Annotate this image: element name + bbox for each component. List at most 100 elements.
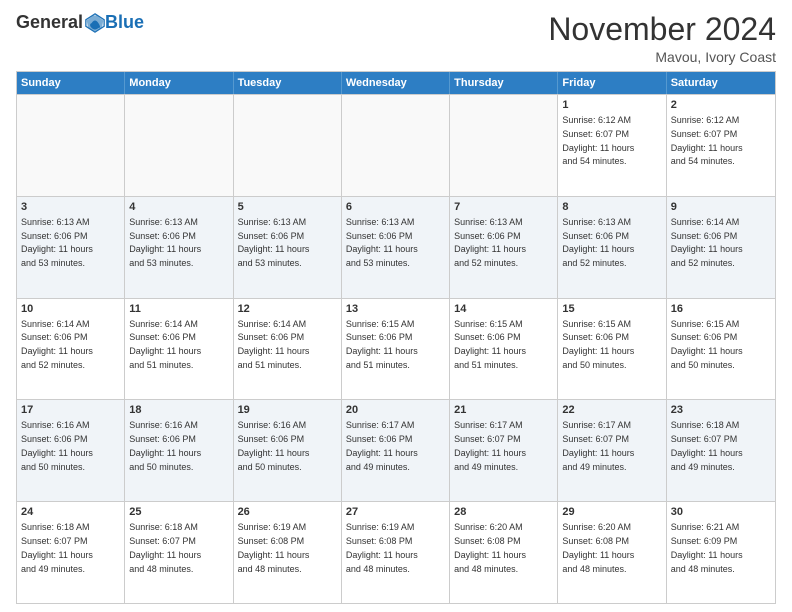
day-num-3: 3 (21, 200, 120, 215)
cell-text-29: Sunrise: 6:20 AM Sunset: 6:08 PM Dayligh… (562, 522, 634, 573)
cal-cell-0-6: 2 Sunrise: 6:12 AM Sunset: 6:07 PM Daylig… (667, 95, 775, 196)
cell-text-8: Sunrise: 6:13 AM Sunset: 6:06 PM Dayligh… (562, 217, 634, 268)
day-num-26: 26 (238, 505, 337, 520)
header-friday: Friday (558, 72, 666, 94)
cal-cell-1-3: 6Sunrise: 6:13 AM Sunset: 6:06 PM Daylig… (342, 197, 450, 298)
day-num-12: 12 (238, 302, 337, 317)
day-num-5: 5 (238, 200, 337, 215)
cell-text-24: Sunrise: 6:18 AM Sunset: 6:07 PM Dayligh… (21, 522, 93, 573)
cal-cell-4-3: 27 Sunrise: 6:19 AM Sunset: 6:08 PM Dayli… (342, 502, 450, 603)
cell-text-11: Sunrise: 6:14 AM Sunset: 6:06 PM Dayligh… (129, 319, 201, 370)
day-num-18: 18 (129, 403, 228, 418)
cal-cell-1-4: 7 Sunrise: 6:13 AM Sunset: 6:06 PM Daylig… (450, 197, 558, 298)
logo-icon (85, 13, 105, 33)
day-num-7: 7 (454, 200, 553, 215)
day-num-2: 2 (671, 98, 771, 113)
cal-cell-2-5: 15Sunrise: 6:15 AM Sunset: 6:06 PM Dayli… (558, 299, 666, 400)
day-num-13: 13 (346, 302, 445, 317)
day-num-27: 27 (346, 505, 445, 520)
day-num-25: 25 (129, 505, 228, 520)
cal-cell-4-0: 24 Sunrise: 6:18 AM Sunset: 6:07 PM Dayli… (17, 502, 125, 603)
cell-text-18: Sunrise: 6:16 AM Sunset: 6:06 PM Dayligh… (129, 420, 201, 471)
cal-cell-3-5: 22 Sunrise: 6:17 AM Sunset: 6:07 PM Dayli… (558, 400, 666, 501)
day-num-1: 1 (562, 98, 661, 113)
day-num-14: 14 (454, 302, 553, 317)
cal-cell-1-5: 8 Sunrise: 6:13 AM Sunset: 6:06 PM Daylig… (558, 197, 666, 298)
header: General Blue November 2024 Mavou, Ivory … (16, 12, 776, 65)
cell-text-30: Sunrise: 6:21 AM Sunset: 6:09 PM Dayligh… (671, 522, 743, 573)
cal-cell-4-6: 30 Sunrise: 6:21 AM Sunset: 6:09 PM Dayli… (667, 502, 775, 603)
day-num-19: 19 (238, 403, 337, 418)
cal-cell-0-4 (450, 95, 558, 196)
cal-cell-2-3: 13 Sunrise: 6:15 AM Sunset: 6:06 PM Dayli… (342, 299, 450, 400)
page: General Blue November 2024 Mavou, Ivory … (0, 0, 792, 612)
cal-cell-1-1: 4Sunrise: 6:13 AM Sunset: 6:06 PM Daylig… (125, 197, 233, 298)
cal-cell-3-6: 23 Sunrise: 6:18 AM Sunset: 6:07 PM Dayli… (667, 400, 775, 501)
day-num-11: 11 (129, 302, 228, 317)
cal-cell-1-6: 9 Sunrise: 6:14 AM Sunset: 6:06 PM Daylig… (667, 197, 775, 298)
cal-cell-0-3 (342, 95, 450, 196)
cell-text-9: Sunrise: 6:14 AM Sunset: 6:06 PM Dayligh… (671, 217, 743, 268)
cal-cell-4-2: 26 Sunrise: 6:19 AM Sunset: 6:08 PM Dayli… (234, 502, 342, 603)
day-num-16: 16 (671, 302, 771, 317)
cell-text-23: Sunrise: 6:18 AM Sunset: 6:07 PM Dayligh… (671, 420, 743, 471)
cell-text-26: Sunrise: 6:19 AM Sunset: 6:08 PM Dayligh… (238, 522, 310, 573)
cell-text-7: Sunrise: 6:13 AM Sunset: 6:06 PM Dayligh… (454, 217, 526, 268)
day-num-23: 23 (671, 403, 771, 418)
day-num-17: 17 (21, 403, 120, 418)
day-num-22: 22 (562, 403, 661, 418)
cell-text-22: Sunrise: 6:17 AM Sunset: 6:07 PM Dayligh… (562, 420, 634, 471)
cal-cell-4-5: 29 Sunrise: 6:20 AM Sunset: 6:08 PM Dayli… (558, 502, 666, 603)
header-thursday: Thursday (450, 72, 558, 94)
header-sunday: Sunday (17, 72, 125, 94)
cell-text-1: Sunrise: 6:12 AM Sunset: 6:07 PM Dayligh… (562, 115, 634, 166)
calendar-header-row: Sunday Monday Tuesday Wednesday Thursday… (17, 72, 775, 94)
day-num-9: 9 (671, 200, 771, 215)
cal-cell-4-1: 25 Sunrise: 6:18 AM Sunset: 6:07 PM Dayli… (125, 502, 233, 603)
logo-blue: Blue (105, 12, 144, 33)
cell-text-6: Sunrise: 6:13 AM Sunset: 6:06 PM Dayligh… (346, 217, 418, 268)
cell-text-3: Sunrise: 6:13 AM Sunset: 6:06 PM Dayligh… (21, 217, 93, 268)
day-num-28: 28 (454, 505, 553, 520)
cal-cell-2-2: 12 Sunrise: 6:14 AM Sunset: 6:06 PM Dayli… (234, 299, 342, 400)
cell-text-20: Sunrise: 6:17 AM Sunset: 6:06 PM Dayligh… (346, 420, 418, 471)
logo: General Blue (16, 12, 144, 33)
month-title: November 2024 (548, 12, 776, 47)
header-tuesday: Tuesday (234, 72, 342, 94)
day-num-30: 30 (671, 505, 771, 520)
cal-cell-1-2: 5 Sunrise: 6:13 AM Sunset: 6:06 PM Daylig… (234, 197, 342, 298)
header-wednesday: Wednesday (342, 72, 450, 94)
calendar-body: 1 Sunrise: 6:12 AM Sunset: 6:07 PM Daylig… (17, 94, 775, 603)
title-block: November 2024 Mavou, Ivory Coast (548, 12, 776, 65)
day-num-29: 29 (562, 505, 661, 520)
cell-text-17: Sunrise: 6:16 AM Sunset: 6:06 PM Dayligh… (21, 420, 93, 471)
cell-text-2: Sunrise: 6:12 AM Sunset: 6:07 PM Dayligh… (671, 115, 743, 166)
cell-text-13: Sunrise: 6:15 AM Sunset: 6:06 PM Dayligh… (346, 319, 418, 370)
cal-cell-3-4: 21Sunrise: 6:17 AM Sunset: 6:07 PM Dayli… (450, 400, 558, 501)
cell-text-15: Sunrise: 6:15 AM Sunset: 6:06 PM Dayligh… (562, 319, 634, 370)
cal-cell-4-4: 28Sunrise: 6:20 AM Sunset: 6:08 PM Dayli… (450, 502, 558, 603)
cal-cell-2-6: 16Sunrise: 6:15 AM Sunset: 6:06 PM Dayli… (667, 299, 775, 400)
cal-cell-1-0: 3 Sunrise: 6:13 AM Sunset: 6:06 PM Daylig… (17, 197, 125, 298)
day-num-8: 8 (562, 200, 661, 215)
cell-text-12: Sunrise: 6:14 AM Sunset: 6:06 PM Dayligh… (238, 319, 310, 370)
cal-cell-2-0: 10Sunrise: 6:14 AM Sunset: 6:06 PM Dayli… (17, 299, 125, 400)
cell-text-25: Sunrise: 6:18 AM Sunset: 6:07 PM Dayligh… (129, 522, 201, 573)
cell-text-14: Sunrise: 6:15 AM Sunset: 6:06 PM Dayligh… (454, 319, 526, 370)
cal-row-0: 1 Sunrise: 6:12 AM Sunset: 6:07 PM Daylig… (17, 94, 775, 196)
calendar: Sunday Monday Tuesday Wednesday Thursday… (16, 71, 776, 604)
day-num-24: 24 (21, 505, 120, 520)
cal-row-2: 10Sunrise: 6:14 AM Sunset: 6:06 PM Dayli… (17, 298, 775, 400)
cell-text-27: Sunrise: 6:19 AM Sunset: 6:08 PM Dayligh… (346, 522, 418, 573)
cal-cell-3-1: 18 Sunrise: 6:16 AM Sunset: 6:06 PM Dayli… (125, 400, 233, 501)
day-num-20: 20 (346, 403, 445, 418)
cal-cell-0-5: 1 Sunrise: 6:12 AM Sunset: 6:07 PM Daylig… (558, 95, 666, 196)
cal-cell-2-1: 11 Sunrise: 6:14 AM Sunset: 6:06 PM Dayli… (125, 299, 233, 400)
cell-text-5: Sunrise: 6:13 AM Sunset: 6:06 PM Dayligh… (238, 217, 310, 268)
cell-text-21: Sunrise: 6:17 AM Sunset: 6:07 PM Dayligh… (454, 420, 526, 471)
cal-row-4: 24 Sunrise: 6:18 AM Sunset: 6:07 PM Dayli… (17, 501, 775, 603)
cal-cell-0-0 (17, 95, 125, 196)
cell-text-4: Sunrise: 6:13 AM Sunset: 6:06 PM Dayligh… (129, 217, 201, 268)
cal-row-1: 3 Sunrise: 6:13 AM Sunset: 6:06 PM Daylig… (17, 196, 775, 298)
cal-cell-3-0: 17 Sunrise: 6:16 AM Sunset: 6:06 PM Dayli… (17, 400, 125, 501)
